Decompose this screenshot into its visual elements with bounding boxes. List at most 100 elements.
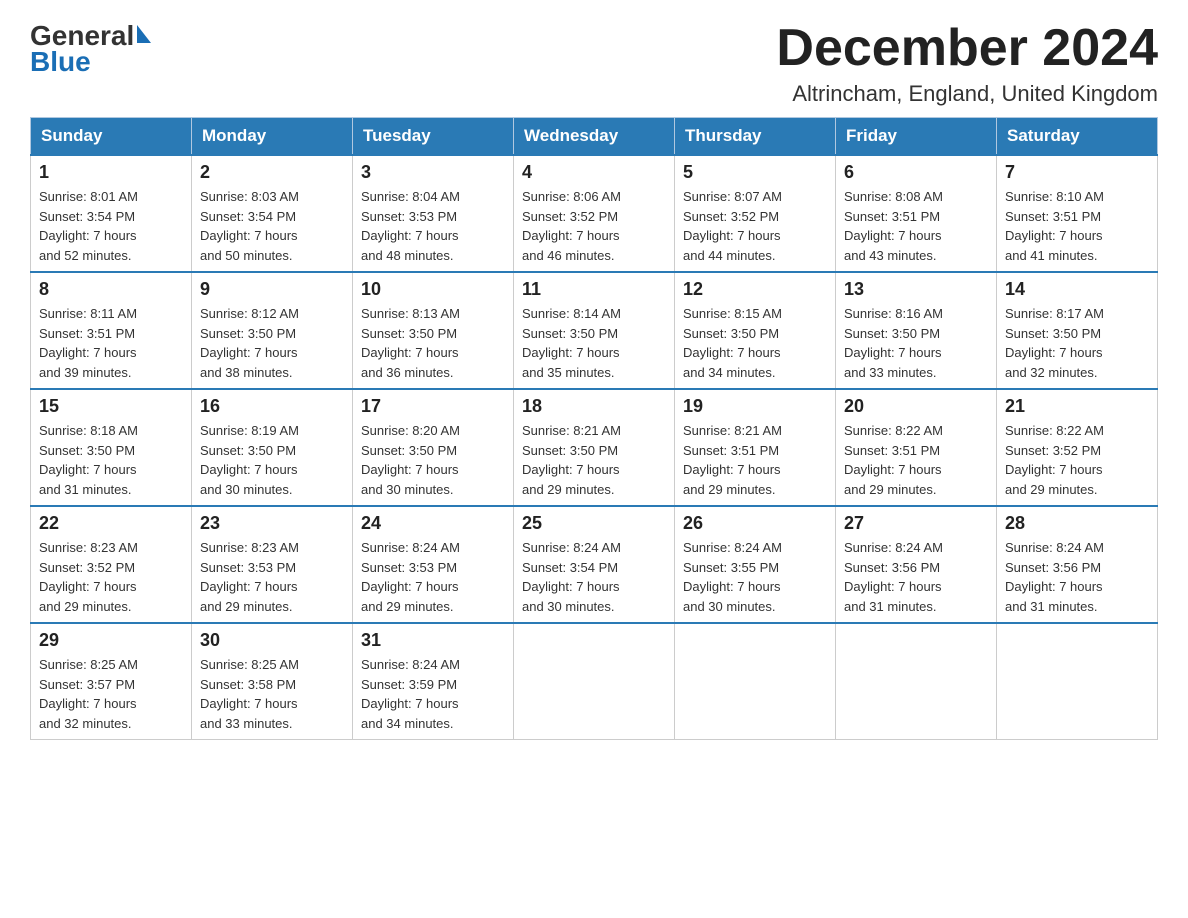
day-info: Sunrise: 8:10 AMSunset: 3:51 PMDaylight:…: [1005, 187, 1149, 265]
day-info: Sunrise: 8:25 AMSunset: 3:57 PMDaylight:…: [39, 655, 183, 733]
calendar-cell: 17 Sunrise: 8:20 AMSunset: 3:50 PMDaylig…: [353, 389, 514, 506]
month-title: December 2024: [776, 20, 1158, 77]
page-header: General Blue December 2024 Altrincham, E…: [30, 20, 1158, 107]
day-number: 23: [200, 513, 344, 534]
day-number: 2: [200, 162, 344, 183]
calendar-cell: 22 Sunrise: 8:23 AMSunset: 3:52 PMDaylig…: [31, 506, 192, 623]
calendar-cell: 9 Sunrise: 8:12 AMSunset: 3:50 PMDayligh…: [192, 272, 353, 389]
calendar-cell: [675, 623, 836, 740]
day-info: Sunrise: 8:21 AMSunset: 3:51 PMDaylight:…: [683, 421, 827, 499]
calendar-cell: 1 Sunrise: 8:01 AMSunset: 3:54 PMDayligh…: [31, 155, 192, 272]
day-number: 7: [1005, 162, 1149, 183]
calendar-cell: 2 Sunrise: 8:03 AMSunset: 3:54 PMDayligh…: [192, 155, 353, 272]
calendar-cell: 6 Sunrise: 8:08 AMSunset: 3:51 PMDayligh…: [836, 155, 997, 272]
day-number: 5: [683, 162, 827, 183]
column-header-friday: Friday: [836, 118, 997, 156]
day-number: 31: [361, 630, 505, 651]
calendar-cell: 29 Sunrise: 8:25 AMSunset: 3:57 PMDaylig…: [31, 623, 192, 740]
calendar-cell: [836, 623, 997, 740]
day-info: Sunrise: 8:24 AMSunset: 3:53 PMDaylight:…: [361, 538, 505, 616]
day-number: 9: [200, 279, 344, 300]
logo-arrow-icon: [137, 25, 151, 43]
calendar-cell: 8 Sunrise: 8:11 AMSunset: 3:51 PMDayligh…: [31, 272, 192, 389]
calendar-cell: 19 Sunrise: 8:21 AMSunset: 3:51 PMDaylig…: [675, 389, 836, 506]
calendar-cell: 12 Sunrise: 8:15 AMSunset: 3:50 PMDaylig…: [675, 272, 836, 389]
day-number: 19: [683, 396, 827, 417]
day-info: Sunrise: 8:08 AMSunset: 3:51 PMDaylight:…: [844, 187, 988, 265]
day-number: 3: [361, 162, 505, 183]
day-info: Sunrise: 8:13 AMSunset: 3:50 PMDaylight:…: [361, 304, 505, 382]
day-number: 28: [1005, 513, 1149, 534]
day-info: Sunrise: 8:17 AMSunset: 3:50 PMDaylight:…: [1005, 304, 1149, 382]
day-info: Sunrise: 8:16 AMSunset: 3:50 PMDaylight:…: [844, 304, 988, 382]
calendar-cell: 10 Sunrise: 8:13 AMSunset: 3:50 PMDaylig…: [353, 272, 514, 389]
day-number: 29: [39, 630, 183, 651]
day-info: Sunrise: 8:22 AMSunset: 3:52 PMDaylight:…: [1005, 421, 1149, 499]
calendar-cell: 15 Sunrise: 8:18 AMSunset: 3:50 PMDaylig…: [31, 389, 192, 506]
title-area: December 2024 Altrincham, England, Unite…: [776, 20, 1158, 107]
week-row-5: 29 Sunrise: 8:25 AMSunset: 3:57 PMDaylig…: [31, 623, 1158, 740]
calendar-cell: 31 Sunrise: 8:24 AMSunset: 3:59 PMDaylig…: [353, 623, 514, 740]
calendar-cell: 13 Sunrise: 8:16 AMSunset: 3:50 PMDaylig…: [836, 272, 997, 389]
day-number: 10: [361, 279, 505, 300]
calendar-cell: 24 Sunrise: 8:24 AMSunset: 3:53 PMDaylig…: [353, 506, 514, 623]
column-header-monday: Monday: [192, 118, 353, 156]
day-info: Sunrise: 8:14 AMSunset: 3:50 PMDaylight:…: [522, 304, 666, 382]
day-info: Sunrise: 8:24 AMSunset: 3:55 PMDaylight:…: [683, 538, 827, 616]
day-info: Sunrise: 8:20 AMSunset: 3:50 PMDaylight:…: [361, 421, 505, 499]
day-info: Sunrise: 8:23 AMSunset: 3:53 PMDaylight:…: [200, 538, 344, 616]
day-number: 27: [844, 513, 988, 534]
day-number: 1: [39, 162, 183, 183]
calendar-cell: 5 Sunrise: 8:07 AMSunset: 3:52 PMDayligh…: [675, 155, 836, 272]
day-info: Sunrise: 8:04 AMSunset: 3:53 PMDaylight:…: [361, 187, 505, 265]
day-number: 20: [844, 396, 988, 417]
calendar-cell: 14 Sunrise: 8:17 AMSunset: 3:50 PMDaylig…: [997, 272, 1158, 389]
calendar-cell: 30 Sunrise: 8:25 AMSunset: 3:58 PMDaylig…: [192, 623, 353, 740]
calendar-cell: 16 Sunrise: 8:19 AMSunset: 3:50 PMDaylig…: [192, 389, 353, 506]
day-number: 6: [844, 162, 988, 183]
day-number: 14: [1005, 279, 1149, 300]
column-header-saturday: Saturday: [997, 118, 1158, 156]
day-number: 22: [39, 513, 183, 534]
week-row-2: 8 Sunrise: 8:11 AMSunset: 3:51 PMDayligh…: [31, 272, 1158, 389]
calendar-cell: 27 Sunrise: 8:24 AMSunset: 3:56 PMDaylig…: [836, 506, 997, 623]
day-info: Sunrise: 8:11 AMSunset: 3:51 PMDaylight:…: [39, 304, 183, 382]
week-row-3: 15 Sunrise: 8:18 AMSunset: 3:50 PMDaylig…: [31, 389, 1158, 506]
calendar-cell: 7 Sunrise: 8:10 AMSunset: 3:51 PMDayligh…: [997, 155, 1158, 272]
day-number: 25: [522, 513, 666, 534]
calendar-cell: 23 Sunrise: 8:23 AMSunset: 3:53 PMDaylig…: [192, 506, 353, 623]
day-number: 12: [683, 279, 827, 300]
calendar-table: SundayMondayTuesdayWednesdayThursdayFrid…: [30, 117, 1158, 740]
column-header-tuesday: Tuesday: [353, 118, 514, 156]
day-info: Sunrise: 8:18 AMSunset: 3:50 PMDaylight:…: [39, 421, 183, 499]
calendar-cell: 20 Sunrise: 8:22 AMSunset: 3:51 PMDaylig…: [836, 389, 997, 506]
day-info: Sunrise: 8:24 AMSunset: 3:54 PMDaylight:…: [522, 538, 666, 616]
week-row-4: 22 Sunrise: 8:23 AMSunset: 3:52 PMDaylig…: [31, 506, 1158, 623]
calendar-cell: 28 Sunrise: 8:24 AMSunset: 3:56 PMDaylig…: [997, 506, 1158, 623]
calendar-header-row: SundayMondayTuesdayWednesdayThursdayFrid…: [31, 118, 1158, 156]
logo-blue-text: Blue: [30, 46, 91, 78]
day-number: 26: [683, 513, 827, 534]
day-number: 8: [39, 279, 183, 300]
calendar-cell: 26 Sunrise: 8:24 AMSunset: 3:55 PMDaylig…: [675, 506, 836, 623]
calendar-cell: [997, 623, 1158, 740]
day-number: 30: [200, 630, 344, 651]
calendar-cell: 25 Sunrise: 8:24 AMSunset: 3:54 PMDaylig…: [514, 506, 675, 623]
calendar-cell: 4 Sunrise: 8:06 AMSunset: 3:52 PMDayligh…: [514, 155, 675, 272]
day-info: Sunrise: 8:22 AMSunset: 3:51 PMDaylight:…: [844, 421, 988, 499]
day-info: Sunrise: 8:01 AMSunset: 3:54 PMDaylight:…: [39, 187, 183, 265]
day-info: Sunrise: 8:25 AMSunset: 3:58 PMDaylight:…: [200, 655, 344, 733]
day-number: 18: [522, 396, 666, 417]
day-number: 21: [1005, 396, 1149, 417]
day-info: Sunrise: 8:19 AMSunset: 3:50 PMDaylight:…: [200, 421, 344, 499]
day-number: 13: [844, 279, 988, 300]
day-number: 24: [361, 513, 505, 534]
day-info: Sunrise: 8:03 AMSunset: 3:54 PMDaylight:…: [200, 187, 344, 265]
day-info: Sunrise: 8:12 AMSunset: 3:50 PMDaylight:…: [200, 304, 344, 382]
day-info: Sunrise: 8:15 AMSunset: 3:50 PMDaylight:…: [683, 304, 827, 382]
calendar-cell: 18 Sunrise: 8:21 AMSunset: 3:50 PMDaylig…: [514, 389, 675, 506]
day-info: Sunrise: 8:23 AMSunset: 3:52 PMDaylight:…: [39, 538, 183, 616]
day-info: Sunrise: 8:21 AMSunset: 3:50 PMDaylight:…: [522, 421, 666, 499]
day-number: 16: [200, 396, 344, 417]
day-info: Sunrise: 8:24 AMSunset: 3:59 PMDaylight:…: [361, 655, 505, 733]
